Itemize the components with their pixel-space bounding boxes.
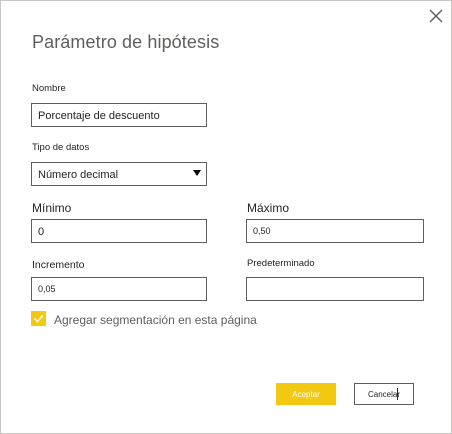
increment-input[interactable]: 0,05 <box>31 277 207 301</box>
default-input[interactable] <box>246 277 424 301</box>
min-input[interactable]: 0 <box>31 219 207 243</box>
name-label: Nombre <box>32 83 66 94</box>
datatype-selected-value: Número decimal <box>38 169 119 181</box>
max-input[interactable]: 0,50 <box>246 219 424 243</box>
name-input[interactable]: Porcentaje de descuento <box>31 103 207 127</box>
default-label: Predeterminado <box>247 258 315 269</box>
chevron-down-icon <box>193 170 201 176</box>
what-if-parameter-dialog: Parámetro de hipótesis Nombre Porcentaje… <box>0 0 452 434</box>
min-label: Mínimo <box>32 201 72 215</box>
dialog-title: Parámetro de hipótesis <box>32 32 220 52</box>
max-label: Máximo <box>247 201 290 215</box>
checkmark-icon <box>33 315 44 323</box>
text-cursor-icon <box>397 388 398 400</box>
cancel-button[interactable]: Cancelar <box>354 383 414 405</box>
ok-button[interactable]: Aceptar <box>276 383 336 405</box>
datatype-select[interactable]: Número decimal <box>31 162 207 186</box>
add-slicer-checkbox[interactable] <box>31 311 46 326</box>
close-icon[interactable] <box>427 7 445 25</box>
add-slicer-label: Agregar segmentación en esta página <box>54 313 257 327</box>
increment-label: Incremento <box>32 259 85 271</box>
datatype-label: Tipo de datos <box>32 142 90 153</box>
